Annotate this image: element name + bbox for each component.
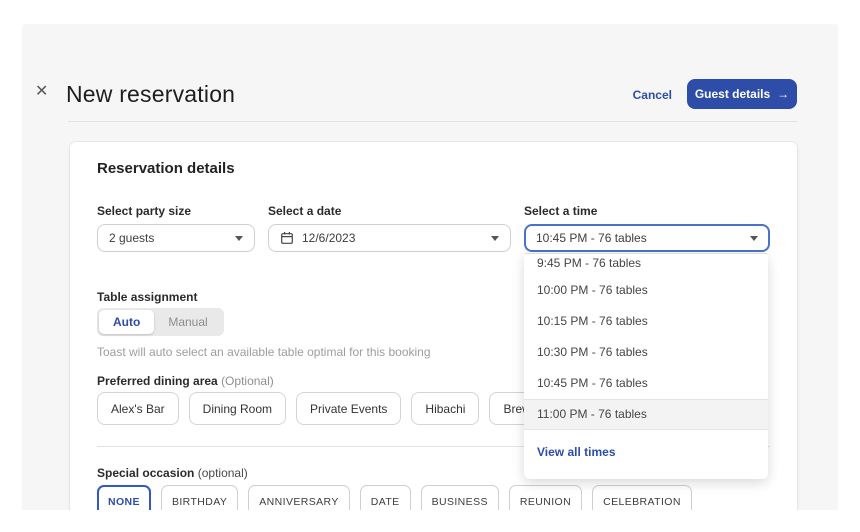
occasion-optional-text: (optional) <box>198 466 248 480</box>
dining-area-chip[interactable]: Private Events <box>296 392 401 425</box>
page-title: New reservation <box>66 81 235 108</box>
table-assignment-helper: Toast will auto select an available tabl… <box>97 345 431 359</box>
chevron-down-icon <box>491 236 499 241</box>
time-option[interactable]: 11:00 PM - 76 tables <box>524 399 768 430</box>
table-assignment-label: Table assignment <box>97 290 197 304</box>
dining-area-chips: Alex's Bar Dining Room Private Events Hibac… <box>97 392 588 425</box>
guest-details-button[interactable]: Guest details → <box>687 79 797 109</box>
time-value: 10:45 PM - 76 tables <box>536 231 742 245</box>
dining-area-label-text: Preferred dining area <box>97 374 218 388</box>
time-option[interactable]: 10:30 PM - 76 tables <box>524 337 768 368</box>
time-option[interactable]: 10:45 PM - 76 tables <box>524 368 768 399</box>
calendar-icon <box>280 231 294 245</box>
occasion-label: Special occasion (optional) <box>97 466 248 480</box>
table-assignment-option[interactable]: Manual <box>154 310 221 334</box>
table-assignment-toggle: AutoManual <box>97 308 224 336</box>
occasion-chip[interactable]: BIRTHDAY <box>161 485 238 510</box>
occasion-chip[interactable]: REUNION <box>509 485 582 510</box>
time-dropdown-footer: View all times <box>524 430 768 461</box>
dining-area-chip[interactable]: Alex's Bar <box>97 392 179 425</box>
party-size-select[interactable]: 2 guests <box>97 224 255 252</box>
dining-area-chip[interactable]: Dining Room <box>189 392 286 425</box>
guest-details-label: Guest details <box>695 87 770 101</box>
party-size-label: Select party size <box>97 204 255 218</box>
view-all-times-link[interactable]: View all times <box>537 445 616 459</box>
dining-area-chip[interactable]: Hibachi <box>411 392 479 425</box>
card-heading: Reservation details <box>97 160 235 177</box>
occasion-chip[interactable]: BUSINESS <box>421 485 499 510</box>
chevron-down-icon <box>750 236 758 241</box>
cancel-button[interactable]: Cancel <box>633 88 672 102</box>
chevron-down-icon <box>235 236 243 241</box>
occasion-chip[interactable]: CELEBRATION <box>592 485 692 510</box>
occasion-chip[interactable]: DATE <box>360 485 411 510</box>
time-option[interactable]: 10:00 PM - 76 tables <box>524 275 768 306</box>
time-dropdown: 9:45 PM - 76 tables10:00 PM - 76 tables1… <box>524 253 768 479</box>
date-label: Select a date <box>268 204 511 218</box>
date-select[interactable]: 12/6/2023 <box>268 224 511 252</box>
time-option[interactable]: 10:15 PM - 76 tables <box>524 306 768 337</box>
party-size-value: 2 guests <box>109 231 227 245</box>
close-icon[interactable]: ✕ <box>35 84 48 100</box>
new-reservation-sheet: ✕ New reservation Cancel Guest details →… <box>22 24 838 510</box>
time-dropdown-options: 9:45 PM - 76 tables10:00 PM - 76 tables1… <box>524 254 768 430</box>
new-reservation-screen: ✕ New reservation Cancel Guest details →… <box>0 0 860 532</box>
date-value: 12/6/2023 <box>302 231 483 245</box>
time-option[interactable]: 9:45 PM - 76 tables <box>524 254 768 275</box>
dining-area-label: Preferred dining area (Optional) <box>97 374 274 388</box>
header-divider <box>68 121 797 122</box>
occasion-label-text: Special occasion <box>97 466 194 480</box>
table-assignment-option[interactable]: Auto <box>99 310 154 334</box>
time-select[interactable]: 10:45 PM - 76 tables <box>524 224 770 252</box>
time-label: Select a time <box>524 204 770 218</box>
dining-area-optional-text: (Optional) <box>221 374 274 388</box>
occasion-chip[interactable]: NONE <box>97 485 151 510</box>
arrow-right-icon: → <box>777 87 789 101</box>
occasion-chips: NONE BIRTHDAY ANNIVERSARY DATE BUSINESS REUNI… <box>97 485 692 510</box>
occasion-chip[interactable]: ANNIVERSARY <box>248 485 349 510</box>
